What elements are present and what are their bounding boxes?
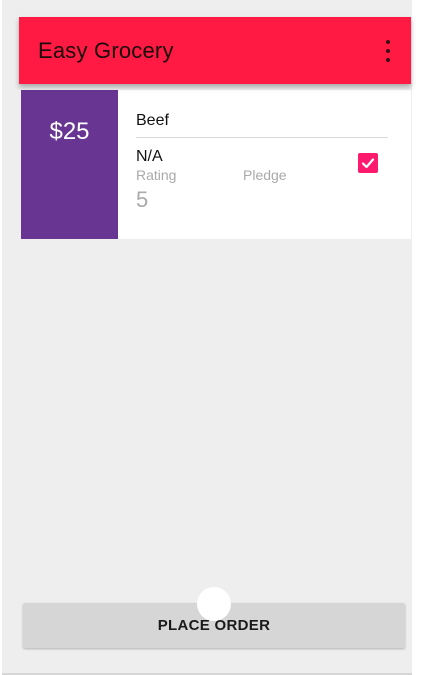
price-box: $25 bbox=[21, 90, 118, 239]
check-icon bbox=[361, 158, 375, 169]
pledge-label: Pledge bbox=[243, 167, 287, 183]
item-name: Beef bbox=[136, 112, 169, 129]
app-bar: Easy Grocery bbox=[19, 17, 411, 84]
app-screen: Easy Grocery $25 Beef N/A Rating Pledge … bbox=[2, 0, 412, 675]
more-vert-icon[interactable] bbox=[385, 40, 391, 62]
place-order-label: PLACE ORDER bbox=[157, 617, 271, 634]
rating-label: Rating bbox=[136, 167, 177, 183]
item-price: $25 bbox=[49, 118, 90, 145]
touch-indicator bbox=[197, 587, 231, 621]
divider bbox=[136, 137, 388, 138]
app-title: Easy Grocery bbox=[38, 38, 174, 63]
item-status: N/A bbox=[136, 148, 163, 165]
pledge-checkbox[interactable] bbox=[358, 153, 378, 173]
rating-value: 5 bbox=[136, 187, 149, 212]
grocery-item-card[interactable]: $25 Beef N/A Rating Pledge 5 bbox=[21, 90, 411, 239]
